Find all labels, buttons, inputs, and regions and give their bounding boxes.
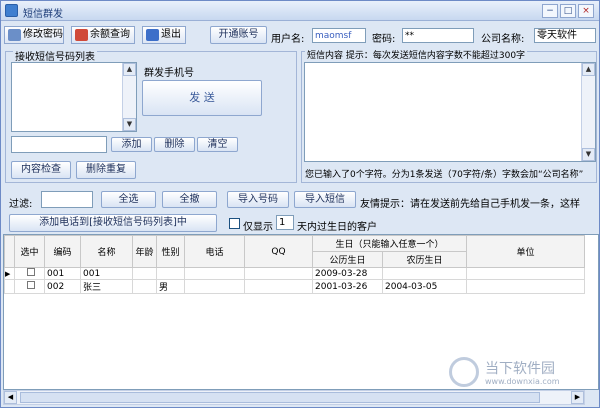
delete-button[interactable]: 删除 <box>154 137 195 152</box>
cell-lunar[interactable]: 2004-03-05 <box>381 279 468 294</box>
cell-phone[interactable] <box>184 279 245 294</box>
change-password-label: 修改密码 <box>23 29 63 40</box>
col-header-gender[interactable]: 性别 <box>156 235 185 268</box>
recv-list-scrollbar[interactable]: ▲ ▼ <box>122 63 136 131</box>
money-icon <box>75 29 88 41</box>
content-check-button[interactable]: 内容检查 <box>11 161 71 179</box>
cell-phone[interactable] <box>184 267 245 280</box>
cell-name[interactable]: 001 <box>80 267 133 280</box>
table-row[interactable]: 002 张三 男 2001-03-26 2004-03-05 <box>4 279 586 294</box>
only-show-label: 仅显示 <box>243 222 273 233</box>
exit-icon <box>146 29 159 41</box>
import-sms-button[interactable]: 导入短信 <box>294 191 356 208</box>
col-header-select[interactable]: 选中 <box>14 235 45 268</box>
col-header-unit[interactable]: 单位 <box>466 235 586 268</box>
col-header-code[interactable]: 编码 <box>44 235 81 268</box>
phone-number-input[interactable] <box>11 136 107 153</box>
col-header-lunar[interactable]: 农历生日 <box>381 251 468 268</box>
col-header-age[interactable]: 年龄 <box>132 235 157 268</box>
deselect-all-button[interactable]: 全撤 <box>162 191 217 208</box>
add-to-list-button[interactable]: 添加电话到[接收短信号码列表]中 <box>9 214 217 232</box>
scroll-thumb[interactable] <box>20 392 540 403</box>
cell-gender[interactable] <box>156 267 185 280</box>
col-header-name[interactable]: 名称 <box>80 235 133 268</box>
recv-number-list[interactable]: ▲ ▼ <box>11 62 137 132</box>
company-label: 公司名称: <box>481 34 525 45</box>
clear-button[interactable]: 清空 <box>197 137 238 152</box>
username-label: 用户名: <box>271 34 305 45</box>
close-button[interactable]: × <box>578 4 594 18</box>
cell-qq[interactable] <box>244 279 313 294</box>
watermark: 当下软件园 www.downxia.com <box>449 357 579 391</box>
char-count-status: 您已输入了0个字符。分为1条发送（70字符/条）字数会加“公司名称” <box>305 170 584 180</box>
remove-duplicates-button[interactable]: 删除重复 <box>76 161 136 179</box>
balance-query-button[interactable]: 余额查询 <box>71 26 135 44</box>
only-show-checkbox[interactable] <box>229 218 240 229</box>
filter-label: 过滤: <box>9 199 33 210</box>
recv-group-label: 接收短信号码列表 <box>13 48 97 63</box>
scroll-up-icon[interactable]: ▲ <box>123 63 136 76</box>
row-checkbox[interactable] <box>14 267 45 280</box>
col-header-phone[interactable]: 电话 <box>184 235 245 268</box>
window-title: 短信群发 <box>23 9 63 20</box>
cell-solar[interactable]: 2009-03-28 <box>312 267 383 280</box>
password-label: 密码: <box>372 34 396 45</box>
row-indicator <box>4 279 15 294</box>
cell-age[interactable] <box>132 279 157 294</box>
balance-query-label: 余额查询 <box>90 29 130 40</box>
cell-age[interactable] <box>132 267 157 280</box>
cell-code[interactable]: 001 <box>44 267 81 280</box>
cell-unit[interactable] <box>466 267 586 280</box>
friendly-tip: 友情提示：请在发送前先给自己手机发一条，这样 <box>360 199 580 210</box>
cell-code[interactable]: 002 <box>44 279 81 294</box>
filter-input[interactable] <box>41 191 93 208</box>
col-header-birthday[interactable]: 生日（只能输入任意一个） <box>311 235 468 252</box>
grid-horizontal-scrollbar[interactable]: ◀ ▶ <box>3 390 585 405</box>
content-scroll-up-icon[interactable]: ▲ <box>582 63 595 76</box>
days-input[interactable]: 1 <box>276 215 294 230</box>
watermark-logo-icon <box>449 357 479 387</box>
send-phone-label: 群发手机号 <box>144 68 194 79</box>
col-header-qq[interactable]: QQ <box>244 235 313 268</box>
cell-solar[interactable]: 2001-03-26 <box>312 279 383 294</box>
minimize-button[interactable]: − <box>542 4 558 18</box>
scroll-left-icon[interactable]: ◀ <box>4 391 17 404</box>
col-header-solar[interactable]: 公历生日 <box>312 251 383 268</box>
company-input[interactable]: 零天软件 <box>534 28 596 43</box>
cell-qq[interactable] <box>244 267 313 280</box>
content-scroll-down-icon[interactable]: ▼ <box>582 148 595 161</box>
scroll-down-icon[interactable]: ▼ <box>123 118 136 131</box>
import-numbers-button[interactable]: 导入号码 <box>227 191 289 208</box>
days-suffix-label: 天内过生日的客户 <box>297 222 377 233</box>
row-checkbox[interactable] <box>14 279 45 294</box>
title-bar: 短信群发 − □ × <box>1 1 599 21</box>
change-password-button[interactable]: 修改密码 <box>4 26 64 44</box>
current-row-arrow-icon: ▶ <box>4 267 15 280</box>
content-scrollbar[interactable]: ▲ ▼ <box>581 63 595 161</box>
select-all-button[interactable]: 全选 <box>101 191 156 208</box>
cell-name[interactable]: 张三 <box>80 279 133 294</box>
key-icon <box>8 29 21 41</box>
scroll-right-icon[interactable]: ▶ <box>571 391 584 404</box>
table-row[interactable]: ▶ 001 001 2009-03-28 <box>4 267 586 280</box>
add-button[interactable]: 添加 <box>111 137 152 152</box>
watermark-name: 当下软件园 <box>485 361 555 377</box>
sms-content-textarea[interactable]: ▲ ▼ <box>304 62 596 162</box>
content-label: 短信内容 提示：每次发送短信内容字数不能超过300字 <box>305 48 528 61</box>
cell-unit[interactable] <box>466 279 586 294</box>
watermark-url: www.downxia.com <box>485 377 560 386</box>
main-window: 短信群发 − □ × 修改密码 余额查询 退出 开通账号 用户名: maomsf… <box>0 0 600 408</box>
exit-button[interactable]: 退出 <box>142 26 186 44</box>
maximize-button[interactable]: □ <box>560 4 576 18</box>
password-input[interactable]: ** <box>402 28 474 43</box>
row-indicator-header <box>4 235 15 268</box>
exit-label: 退出 <box>161 29 181 40</box>
username-input[interactable]: maomsf <box>312 28 366 43</box>
send-button[interactable]: 发 送 <box>142 80 262 116</box>
cell-lunar[interactable] <box>381 267 468 280</box>
cell-gender[interactable]: 男 <box>156 279 185 294</box>
app-icon <box>5 4 18 17</box>
open-account-button[interactable]: 开通账号 <box>210 26 267 44</box>
